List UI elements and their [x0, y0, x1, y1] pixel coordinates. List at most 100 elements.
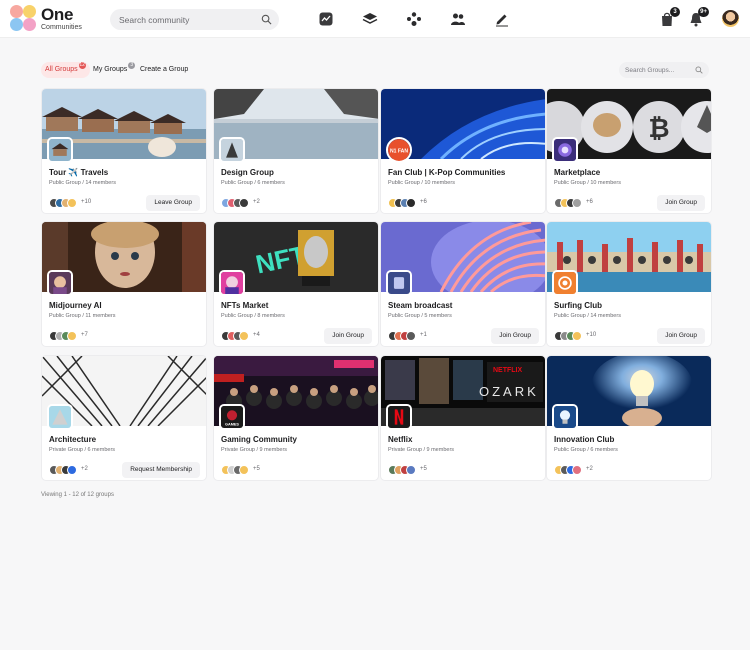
group-avatar — [552, 137, 578, 163]
group-avatar — [219, 270, 245, 296]
notifications-button[interactable]: 9+ — [688, 7, 709, 27]
join-group-button[interactable]: Join Group — [491, 328, 539, 344]
group-name[interactable]: NFTs Market — [221, 301, 268, 310]
group-name[interactable]: Netflix — [388, 435, 412, 444]
member-overflow: +5 — [253, 466, 260, 472]
group-card-fan-club[interactable]: N1 FAN Fan Club | K-Pop Communities Publ… — [380, 88, 546, 214]
member-overflow: +7 — [81, 332, 88, 338]
group-meta: Public Group / 14 members — [554, 313, 621, 319]
member-overflow: +6 — [586, 199, 593, 205]
member-overflow: +2 — [586, 466, 593, 472]
group-avatar — [552, 404, 578, 430]
group-meta: Public Group / 11 members — [49, 313, 116, 319]
group-name[interactable]: Marketplace — [554, 168, 600, 177]
join-group-button[interactable]: Join Group — [324, 328, 372, 344]
group-avatar: GAMES — [219, 404, 245, 430]
group-meta: Private Group / 9 members — [388, 447, 455, 453]
tab-create-group[interactable]: Create a Group — [136, 62, 192, 78]
group-card-gaming-community[interactable]: GAMES Gaming Community Private Group / 9… — [213, 355, 379, 481]
group-card-nfts-market[interactable]: NFT NFTs Market Public Group / 8 members… — [213, 221, 379, 347]
group-name[interactable]: Design Group — [221, 168, 274, 177]
group-name[interactable]: Gaming Community — [221, 435, 297, 444]
group-name[interactable]: Steam broadcast — [388, 301, 452, 310]
tab-my-groups-label: My Groups — [93, 66, 128, 73]
brand-subtitle: Communities — [41, 24, 82, 31]
user-avatar[interactable] — [722, 10, 739, 27]
group-avatar — [47, 270, 73, 296]
group-card-innovation-club[interactable]: Innovation Club Public Group / 6 members… — [546, 355, 712, 481]
group-card-tour-travels[interactable]: Tour ✈️ Travels Public Group / 14 member… — [41, 88, 207, 214]
messages-badge: 3 — [670, 7, 680, 17]
tab-my-groups[interactable]: My Groups3 — [89, 62, 139, 78]
group-card-steam-broadcast[interactable]: Steam broadcast Public Group / 5 members… — [380, 221, 546, 347]
group-card-midjourney-ai[interactable]: Midjourney AI Public Group / 11 members … — [41, 221, 207, 347]
group-name[interactable]: Fan Club | K-Pop Communities — [388, 168, 505, 177]
activity-icon[interactable] — [318, 11, 334, 27]
group-filters: All Groups12 My Groups3 Create a Group — [41, 62, 709, 78]
search-icon[interactable] — [261, 14, 272, 25]
stack-icon[interactable] — [362, 11, 378, 27]
group-card-surfing-club[interactable]: Surfing Club Public Group / 14 members +… — [546, 221, 712, 347]
group-name[interactable]: Tour ✈️ Travels — [49, 168, 108, 177]
group-avatar — [386, 404, 412, 430]
group-name[interactable]: Surfing Club — [554, 301, 602, 310]
search-input[interactable] — [119, 9, 259, 30]
community-search[interactable] — [110, 9, 279, 30]
group-search-input[interactable] — [625, 62, 695, 78]
join-group-button[interactable]: Join Group — [657, 195, 705, 211]
pagination-summary: Viewing 1 - 12 of 12 groups — [41, 492, 114, 498]
member-overflow: +2 — [81, 466, 88, 472]
top-header: One Communities 3 — [0, 0, 750, 38]
group-avatar — [47, 404, 73, 430]
group-card-architecture[interactable]: Architecture Private Group / 6 members +… — [41, 355, 207, 481]
member-overflow: +10 — [586, 332, 597, 338]
tab-create-group-label: Create a Group — [140, 66, 189, 73]
group-avatar: N1 FAN — [386, 137, 412, 163]
notifications-badge: 9+ — [698, 7, 709, 17]
request-membership-button[interactable]: Request Membership — [122, 462, 200, 478]
group-meta: Private Group / 6 members — [49, 447, 116, 453]
join-group-button[interactable]: Join Group — [657, 328, 705, 344]
member-overflow: +6 — [420, 199, 427, 205]
group-name[interactable]: Innovation Club — [554, 435, 614, 444]
group-meta: Public Group / 5 members — [388, 313, 452, 319]
group-meta: Public Group / 10 members — [388, 180, 455, 186]
svg-text:₿: ₿ — [648, 113, 669, 143]
brand-name: One — [41, 5, 74, 24]
tab-my-groups-count: 3 — [128, 62, 136, 69]
leave-group-button[interactable]: Leave Group — [146, 195, 200, 211]
member-overflow: +2 — [253, 199, 260, 205]
tab-all-groups[interactable]: All Groups12 — [41, 62, 90, 78]
member-overflow: +1 — [420, 332, 427, 338]
group-meta: Public Group / 10 members — [554, 180, 621, 186]
group-meta: Public Group / 6 members — [221, 180, 285, 186]
group-card-design-group[interactable]: Design Group Public Group / 6 members +2 — [213, 88, 379, 214]
group-meta: Public Group / 14 members — [49, 180, 116, 186]
group-name[interactable]: Midjourney AI — [49, 301, 102, 310]
group-search[interactable] — [619, 62, 709, 78]
tab-all-groups-count: 12 — [78, 62, 86, 69]
group-card-marketplace[interactable]: ₿ Marketplace Public Group / 10 members … — [546, 88, 712, 214]
member-overflow: +5 — [420, 466, 427, 472]
group-card-netflix[interactable]: NETFLIX OZARK Netflix Private Group / 9 … — [380, 355, 546, 481]
fan-club-avatar-text: N1 FAN — [390, 149, 408, 155]
brand-logo[interactable]: One Communities — [10, 5, 100, 33]
group-avatar — [47, 137, 73, 163]
member-overflow: +4 — [253, 332, 260, 338]
members-icon[interactable] — [406, 11, 422, 27]
group-name[interactable]: Architecture — [49, 435, 96, 444]
pen-icon[interactable] — [494, 11, 510, 27]
gaming-avatar-text: GAMES — [225, 422, 239, 426]
netflix-cover-text: NETFLIX — [493, 367, 522, 374]
member-overflow: +10 — [81, 199, 92, 205]
group-avatar — [219, 137, 245, 163]
ozark-cover-text: OZARK — [479, 384, 539, 399]
messages-button[interactable]: 3 — [659, 7, 680, 27]
tab-all-groups-label: All Groups — [45, 66, 78, 73]
search-icon[interactable] — [695, 66, 703, 74]
group-meta: Public Group / 8 members — [221, 313, 285, 319]
group-avatar — [552, 270, 578, 296]
group-meta: Private Group / 9 members — [221, 447, 288, 453]
groups-icon[interactable] — [450, 11, 466, 27]
group-meta: Public Group / 6 members — [554, 447, 618, 453]
